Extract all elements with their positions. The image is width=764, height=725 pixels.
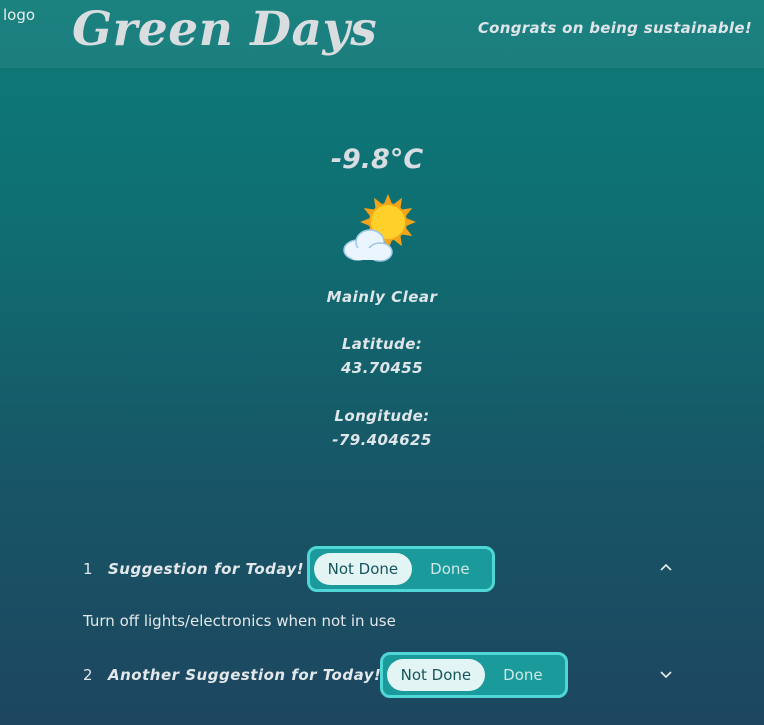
suggestion-row[interactable]: 2 Another Suggestion for Today! Not Done… (0, 652, 764, 698)
suggestion-title: Suggestion for Today! (108, 560, 305, 578)
latitude-value: 43.70455 (341, 359, 423, 377)
chevron-down-icon[interactable] (658, 666, 674, 682)
app-title: Green Days (72, 2, 378, 57)
not-done-option[interactable]: Not Done (314, 553, 412, 585)
done-toggle[interactable]: Not Done Done (380, 652, 568, 698)
suggestion-number: 1 (83, 560, 93, 578)
weather-condition: Mainly Clear (326, 288, 438, 306)
suggestion-number: 2 (83, 666, 93, 684)
done-option[interactable]: Done (485, 659, 561, 691)
sun-behind-cloud-icon (340, 194, 420, 266)
not-done-option[interactable]: Not Done (387, 659, 485, 691)
suggestion-detail: Turn off lights/electronics when not in … (83, 612, 396, 630)
suggestion-row[interactable]: 1 Suggestion for Today! Not Done Done (0, 546, 764, 592)
chevron-up-icon[interactable] (658, 560, 674, 576)
temperature-readout: -9.8°C (330, 144, 424, 175)
latitude-label: Latitude: (341, 335, 423, 353)
header-bar: logo Green Days Congrats on being sustai… (0, 0, 764, 68)
weather-panel: -9.8°C Mainly Clear Latitude: 43.70455 L… (0, 140, 764, 452)
done-toggle[interactable]: Not Done Done (307, 546, 495, 592)
done-option[interactable]: Done (412, 553, 488, 585)
longitude-value: -79.404625 (332, 431, 432, 449)
logo-image: logo (3, 6, 36, 24)
suggestion-title: Another Suggestion for Today! (108, 666, 382, 684)
header-tagline: Congrats on being sustainable! (477, 19, 752, 37)
longitude-label: Longitude: (334, 407, 430, 425)
